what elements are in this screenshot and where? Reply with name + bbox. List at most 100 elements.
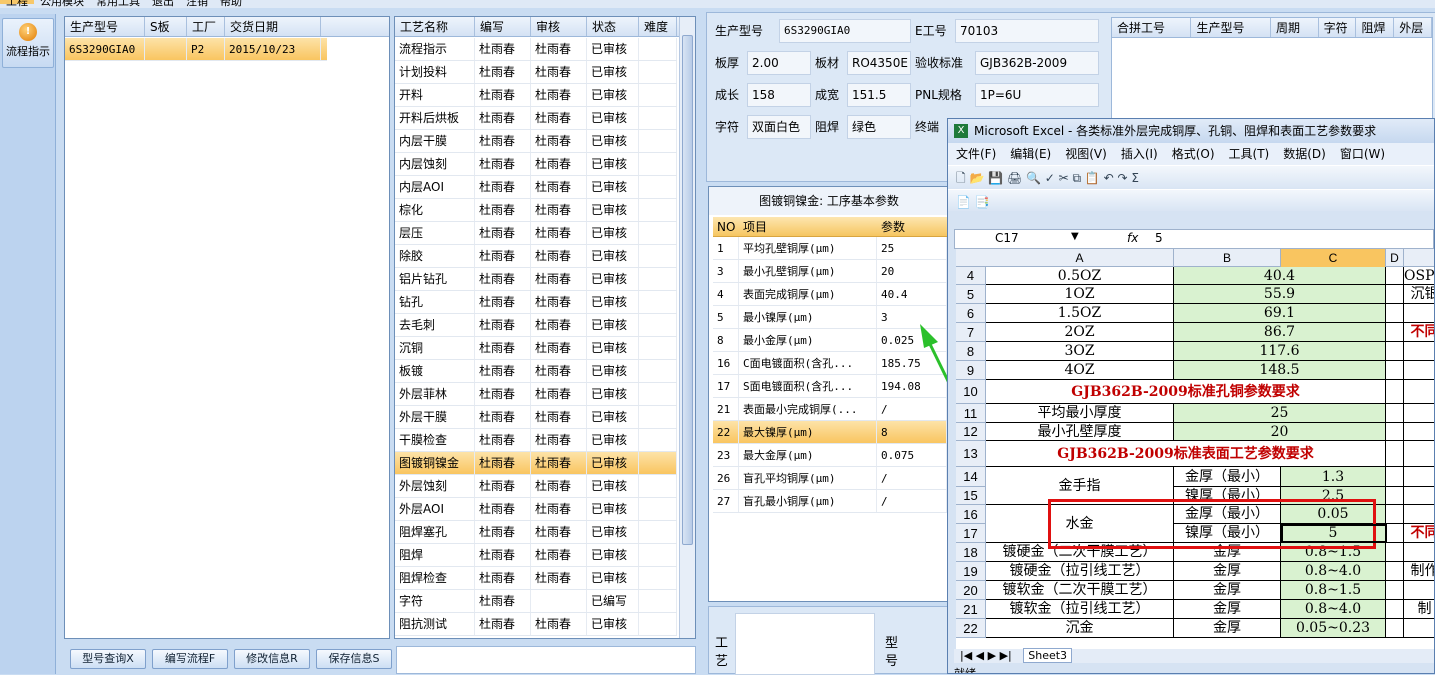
process-row[interactable]: 钻孔 杜雨春 杜雨春 已审核 bbox=[395, 291, 677, 314]
sheet-cell[interactable]: 镀硬金（拉引线工艺） bbox=[986, 562, 1174, 581]
sheet-cell[interactable]: OSP厚 bbox=[1404, 267, 1434, 285]
process-column-header[interactable]: 编写 bbox=[475, 17, 531, 36]
solder-mask-field[interactable]: 绿色 bbox=[847, 115, 911, 139]
row-header[interactable]: 5 bbox=[956, 285, 986, 304]
row-header[interactable]: 16 bbox=[956, 505, 986, 524]
process-row[interactable]: 字符 杜雨春 已编写 bbox=[395, 590, 677, 613]
sheet-cell[interactable]: 不同 bbox=[1404, 323, 1434, 342]
top-menu-item[interactable]: 注销 bbox=[180, 0, 214, 7]
sheet-cell[interactable] bbox=[1386, 304, 1404, 323]
sheet-cell[interactable] bbox=[1386, 361, 1404, 380]
process-row[interactable]: 外层蚀刻 杜雨春 杜雨春 已审核 bbox=[395, 475, 677, 498]
name-box[interactable]: C17 bbox=[995, 231, 1019, 245]
width-field[interactable]: 151.5 bbox=[847, 83, 911, 107]
sheet-cell[interactable] bbox=[1386, 441, 1404, 467]
sheet-cell[interactable] bbox=[1386, 267, 1404, 285]
param-row[interactable]: 27 盲孔最小铜厚(μm) / bbox=[713, 490, 947, 513]
sheet-cell[interactable] bbox=[1386, 600, 1404, 619]
formula-input[interactable]: 5 bbox=[1155, 231, 1163, 245]
param-row[interactable]: 17 S面电镀面积(含孔... 194.08 bbox=[713, 375, 947, 398]
excel-toolbar-icons[interactable]: 🗋 📂 💾 🖨 🔍 ✓ ✂ ⧉ 📋 ↶ ↷ Σ bbox=[956, 171, 1139, 185]
sheet-cell[interactable] bbox=[1404, 581, 1434, 600]
row-header[interactable]: 20 bbox=[956, 581, 986, 600]
sheet-cell[interactable] bbox=[1386, 404, 1404, 423]
top-menu-item[interactable]: 退出 bbox=[146, 0, 180, 7]
process-row[interactable]: 计划投料 杜雨春 杜雨春 已审核 bbox=[395, 61, 677, 84]
process-row[interactable]: 棕化 杜雨春 杜雨春 已审核 bbox=[395, 199, 677, 222]
flow-indicator-button[interactable]: ! 流程指示 bbox=[2, 18, 54, 68]
sheet-tab[interactable]: Sheet3 bbox=[1023, 648, 1073, 663]
sheet-cell[interactable] bbox=[1404, 342, 1434, 361]
sheet-cell[interactable]: 0.8~4.0 bbox=[1281, 562, 1386, 581]
sheet-cell[interactable]: 制 bbox=[1404, 600, 1434, 619]
process-row[interactable]: 去毛刺 杜雨春 杜雨春 已审核 bbox=[395, 314, 677, 337]
sheet-cell[interactable]: 4OZ bbox=[986, 361, 1174, 380]
process-row[interactable]: 图镀铜镍金 杜雨春 杜雨春 已审核 bbox=[395, 452, 677, 475]
merge-column-header[interactable]: 合拼工号 bbox=[1112, 18, 1192, 37]
excel-menu-item[interactable]: 插入(I) bbox=[1121, 147, 1158, 161]
process-row[interactable]: 内层AOI 杜雨春 杜雨春 已审核 bbox=[395, 176, 677, 199]
process-row[interactable]: 阻焊 杜雨春 杜雨春 已审核 bbox=[395, 544, 677, 567]
save-info-button[interactable]: 保存信息S bbox=[316, 649, 392, 669]
process-row[interactable]: 开料后烘板 杜雨春 杜雨春 已审核 bbox=[395, 107, 677, 130]
row-header[interactable]: 8 bbox=[956, 342, 986, 361]
excel-menu-item[interactable]: 文件(F) bbox=[956, 147, 996, 161]
process-row[interactable]: 外层菲林 杜雨春 杜雨春 已审核 bbox=[395, 383, 677, 406]
sheet-cell[interactable]: 2OZ bbox=[986, 323, 1174, 342]
sheet-cell[interactable] bbox=[1404, 380, 1434, 404]
sheet-cell[interactable]: 0.8~1.5 bbox=[1281, 581, 1386, 600]
top-menu-item[interactable]: 工程 bbox=[0, 0, 34, 7]
sheet-cell[interactable]: 55.9 bbox=[1174, 285, 1386, 304]
sheet-cell[interactable]: 不同 bbox=[1404, 524, 1434, 543]
sheet-cell[interactable]: 金厚（最小） bbox=[1174, 467, 1281, 487]
sheet-cell[interactable]: 148.5 bbox=[1174, 361, 1386, 380]
sheet-cell[interactable] bbox=[1404, 441, 1434, 467]
sheet-cell[interactable]: 最小孔壁厚度 bbox=[986, 423, 1174, 441]
sheet-cell[interactable]: GJB362B-2009标准表面工艺参数要求 bbox=[986, 441, 1386, 467]
process-row[interactable]: 外层AOI 杜雨春 杜雨春 已审核 bbox=[395, 498, 677, 521]
row-header[interactable]: 14 bbox=[956, 467, 986, 487]
sheet-nav-arrows[interactable]: |◀ ◀ ▶ ▶| bbox=[960, 649, 1012, 662]
sheet-cell[interactable] bbox=[1386, 467, 1404, 487]
model-field[interactable]: 6S3290GIA0 bbox=[779, 19, 911, 43]
param-row[interactable]: 4 表面完成铜厚(μm) 40.4 bbox=[713, 283, 947, 306]
param-row[interactable]: 8 最小金厚(μm) 0.025 bbox=[713, 329, 947, 352]
row-header[interactable]: 10 bbox=[956, 380, 986, 404]
row-header[interactable]: 19 bbox=[956, 562, 986, 581]
process-row[interactable]: 干膜检查 杜雨春 杜雨春 已审核 bbox=[395, 429, 677, 452]
sheet-cell[interactable]: 制作 bbox=[1404, 562, 1434, 581]
top-menu-item[interactable]: 常用工具 bbox=[90, 0, 146, 7]
sheet-cell[interactable]: 镀软金（二次干膜工艺） bbox=[986, 581, 1174, 600]
excel-menu-item[interactable]: 工具(T) bbox=[1229, 147, 1270, 161]
sheet-cell[interactable]: 0.8~4.0 bbox=[1281, 600, 1386, 619]
merge-column-header[interactable]: 外层 bbox=[1394, 18, 1433, 37]
row-header[interactable]: 12 bbox=[956, 423, 986, 441]
sheet-cell[interactable]: 金厚 bbox=[1174, 562, 1281, 581]
notes-box[interactable] bbox=[396, 646, 696, 674]
standard-field[interactable]: GJB362B-2009 bbox=[975, 51, 1099, 75]
sheet-cell[interactable]: 镀软金（拉引线工艺） bbox=[986, 600, 1174, 619]
sheet-cell[interactable]: 金厚 bbox=[1174, 581, 1281, 600]
row-header[interactable]: 17 bbox=[956, 524, 986, 543]
merge-column-header[interactable]: 周期 bbox=[1271, 18, 1319, 37]
sheet-cell[interactable] bbox=[1386, 562, 1404, 581]
process-column-header[interactable]: 状态 bbox=[587, 17, 639, 36]
excel-menu-item[interactable]: 窗口(W) bbox=[1340, 147, 1385, 161]
model-column-header[interactable]: 工厂 bbox=[187, 17, 225, 36]
character-field[interactable]: 双面白色 bbox=[747, 115, 811, 139]
process-row[interactable]: 阻焊检查 杜雨春 杜雨春 已审核 bbox=[395, 567, 677, 590]
material-field[interactable]: RO4350E bbox=[847, 51, 911, 75]
process-row[interactable]: 阻焊塞孔 杜雨春 杜雨春 已审核 bbox=[395, 521, 677, 544]
process-row[interactable]: 阻抗测试 杜雨春 杜雨春 已审核 bbox=[395, 613, 677, 636]
sheet-cell[interactable] bbox=[1386, 543, 1404, 562]
sheet-cell[interactable] bbox=[1404, 423, 1434, 441]
process-row[interactable]: 内层蚀刻 杜雨春 杜雨春 已审核 bbox=[395, 153, 677, 176]
excel-menu-item[interactable]: 格式(O) bbox=[1172, 147, 1215, 161]
sheet-cell[interactable] bbox=[1386, 505, 1404, 524]
param-row[interactable]: 22 最大镍厚(μm) 8 bbox=[713, 421, 947, 444]
excel-window[interactable]: X Microsoft Excel - 各类标准外层完成铜厚、孔铜、阻焊和表面工… bbox=[947, 118, 1435, 674]
sheet-cell[interactable] bbox=[1386, 619, 1404, 638]
param-row[interactable]: 26 盲孔平均铜厚(μm) / bbox=[713, 467, 947, 490]
process-row[interactable]: 板镀 杜雨春 杜雨春 已审核 bbox=[395, 360, 677, 383]
process-row[interactable]: 外层干膜 杜雨春 杜雨春 已审核 bbox=[395, 406, 677, 429]
